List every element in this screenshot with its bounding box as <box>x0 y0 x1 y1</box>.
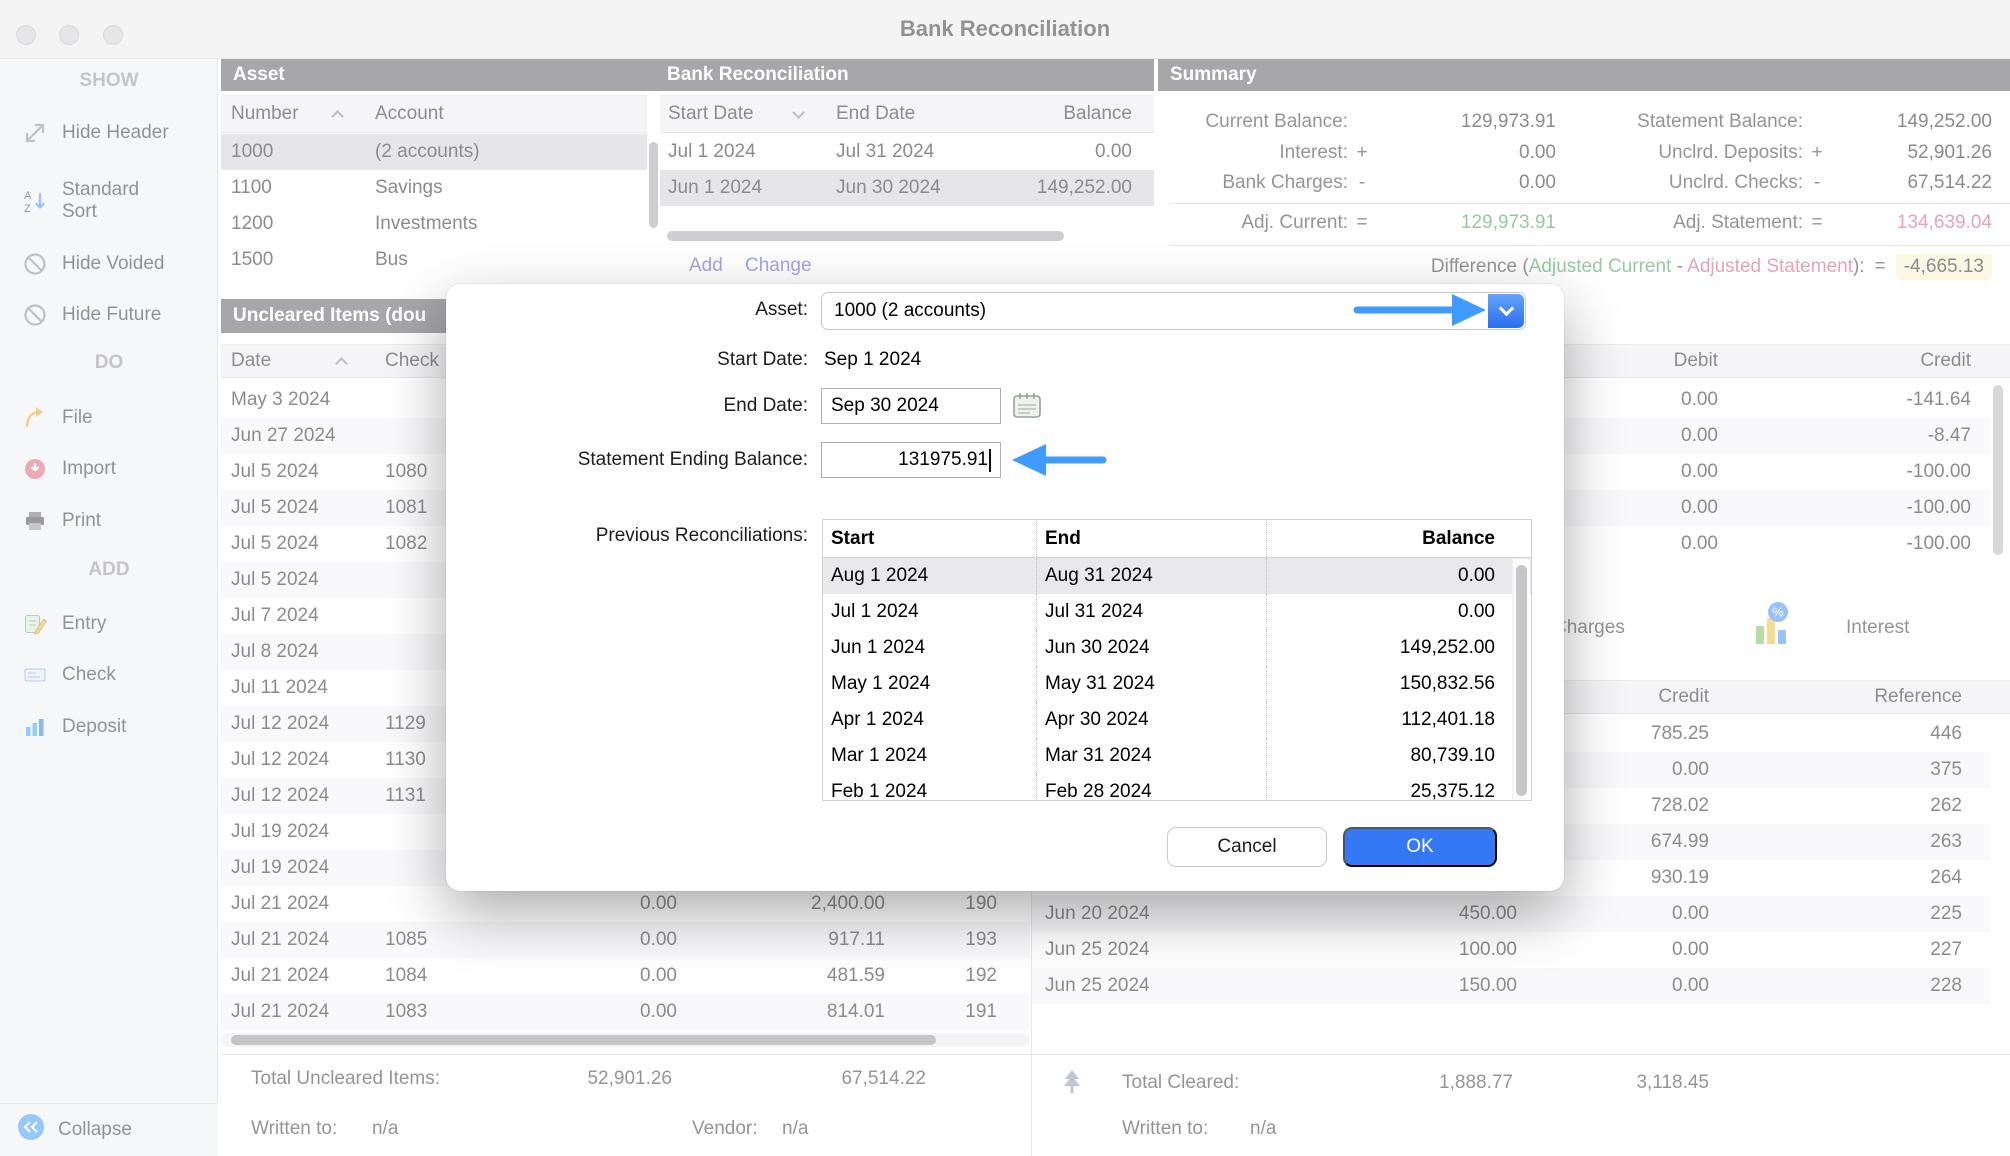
reconciliation-dialog: Asset: 1000 (2 accounts) Start Date: Sep… <box>446 284 1564 891</box>
end-date-label: End Date: <box>446 395 808 417</box>
previous-reconciliation-row[interactable]: Feb 1 2024 Feb 28 2024 25,375.12 <box>823 774 1531 801</box>
previous-reconciliation-row[interactable]: May 1 2024 May 31 2024 150,832.56 <box>823 666 1531 702</box>
asset-dropdown-value: 1000 (2 accounts) <box>834 300 986 322</box>
col-balance: Balance <box>1266 520 1531 557</box>
previous-reconciliation-row[interactable]: Jun 1 2024 Jun 30 2024 149,252.00 <box>823 630 1531 666</box>
start-date-value: Sep 1 2024 <box>824 349 921 371</box>
previous-reconciliations-label: Previous Reconciliations: <box>446 525 808 547</box>
previous-table-scrollbar[interactable] <box>1512 559 1530 799</box>
previous-reconciliation-row[interactable]: Jul 1 2024 Jul 31 2024 0.00 <box>823 594 1531 630</box>
previous-table-header[interactable]: Start End Balance <box>823 520 1531 558</box>
chevron-down-icon[interactable] <box>1488 294 1524 328</box>
previous-reconciliation-row[interactable]: Mar 1 2024 Mar 31 2024 80,739.10 <box>823 738 1531 774</box>
calendar-icon[interactable] <box>1012 391 1042 426</box>
previous-reconciliation-row[interactable]: Aug 1 2024 Aug 31 2024 0.00 <box>823 558 1531 594</box>
previous-table-rows: Aug 1 2024 Aug 31 2024 0.00 Jul 1 2024 J… <box>823 558 1531 801</box>
asset-dropdown[interactable]: 1000 (2 accounts) <box>821 292 1526 330</box>
ok-button[interactable]: OK <box>1343 827 1497 867</box>
col-end: End <box>1036 520 1266 557</box>
asset-label: Asset: <box>446 299 808 321</box>
scrollbar-thumb[interactable] <box>1516 565 1527 796</box>
statement-balance-label: Statement Ending Balance: <box>446 449 808 471</box>
col-start: Start <box>823 528 1036 550</box>
start-date-label: Start Date: <box>446 349 808 371</box>
cancel-button[interactable]: Cancel <box>1167 827 1327 867</box>
previous-reconciliation-row[interactable]: Apr 1 2024 Apr 30 2024 112,401.18 <box>823 702 1531 738</box>
end-date-input[interactable]: Sep 30 2024 <box>821 388 1001 424</box>
app-window: Bank Reconciliation SHOW Hide Header AZ … <box>0 0 2010 1156</box>
statement-balance-input[interactable]: 131975.91 <box>821 442 1001 478</box>
previous-reconciliations-table: Start End Balance Aug 1 2024 Aug 31 2024… <box>822 519 1532 801</box>
text-caret <box>989 449 991 472</box>
